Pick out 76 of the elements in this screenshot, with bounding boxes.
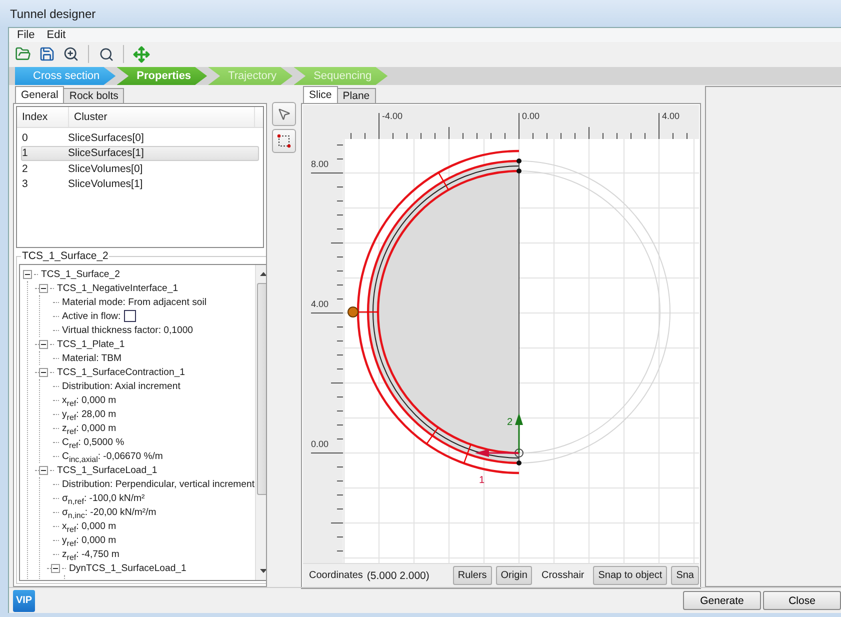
table-cell-text: 2 — [22, 162, 29, 175]
tree-node[interactable]: DynTCS_1_SurfaceLoad_1 — [69, 562, 186, 574]
collapse-icon[interactable] — [23, 270, 32, 278]
tree-node[interactable]: TCS_1_SurfaceContraction_1 — [57, 366, 185, 378]
tab[interactable]: Plane — [336, 88, 376, 103]
ruler-label: 8.00 — [311, 159, 329, 169]
coordinates-value: (5.000 2.000) — [366, 570, 430, 582]
property-text: x$_{ref}$: 0,000 m — [62, 520, 116, 532]
toggle-button[interactable]: Crosshair — [536, 566, 590, 585]
scrollbar[interactable] — [254, 265, 266, 580]
column-header[interactable]: Cluster — [69, 107, 255, 127]
property-text: x$_{ref}$: 0,000 m — [62, 394, 116, 406]
property-text: z$_{ref}$: 0,000 m — [62, 422, 116, 434]
property-text: Distribution: Perpendicular, vertical increment — [62, 478, 254, 490]
tab[interactable]: Slice — [303, 86, 338, 103]
property-text: σ$_{n,inc}$: -20,00 kN/m²/m — [62, 506, 156, 518]
ruler-label: 4.00 — [311, 299, 329, 309]
dialog-button[interactable]: Generate — [683, 591, 761, 610]
property-text: Material mode: From adjacent soil — [62, 296, 206, 308]
property-text: Distribution: Axial increment — [62, 380, 180, 392]
rectangle-select-button[interactable] — [272, 129, 296, 153]
ruler-label: -4.00 — [382, 111, 403, 121]
selection-rectangle-icon — [277, 134, 291, 148]
table-row[interactable]: 1 SliceSurfaces[1] — [21, 146, 259, 161]
property-text: σ$_{n,ref}$: -100,0 kN/m² — [62, 492, 145, 504]
table-cell-text: SliceSurfaces[0] — [68, 132, 145, 144]
property-text: C$_{inc,axial}$: -0,06670 %/m — [62, 450, 163, 462]
toggle-button[interactable]: Sna — [671, 566, 699, 585]
coordinates-label: Coordinates — [309, 570, 363, 581]
checkbox[interactable] — [124, 310, 136, 322]
tree-node[interactable]: TCS_1_NegativeInterface_1 — [57, 282, 178, 294]
tree-node[interactable]: TCS_1_SurfaceLoad_1 — [57, 464, 158, 476]
logo: VIP — [13, 590, 35, 612]
axis-label: 2 — [507, 417, 513, 428]
tab[interactable]: General — [15, 86, 64, 103]
table-cell-text: SliceVolumes[1] — [68, 178, 144, 190]
table-row[interactable]: 0 SliceSurfaces[0] — [21, 130, 259, 146]
menu-item[interactable]: File — [17, 29, 35, 41]
property-text: C$_{ref}$: 0,5000 % — [62, 436, 124, 448]
property-text: z$_{ref}$: -4,750 m — [62, 548, 120, 560]
window-title: Tunnel designer — [10, 6, 96, 20]
collapse-icon[interactable] — [39, 340, 48, 348]
table-cell-text: 1 — [22, 147, 29, 160]
axis-label: 1 — [479, 475, 485, 486]
property-text: Virtual thickness factor: 0,1000 — [62, 324, 194, 336]
tree-node[interactable]: TCS_1_Surface_2 — [41, 268, 120, 280]
pointer-button[interactable] — [272, 102, 296, 126]
menu-item[interactable]: Edit — [46, 29, 66, 41]
collapse-icon[interactable] — [51, 564, 60, 572]
table-row[interactable]: 2 SliceVolumes[0] — [21, 161, 259, 176]
ruler-label: 0.00 — [522, 111, 540, 121]
toggle-button[interactable]: Origin — [496, 566, 532, 585]
pointer-icon — [277, 107, 291, 121]
tree-node[interactable]: TCS_1_Plate_1 — [57, 338, 125, 350]
handle-dot[interactable] — [348, 306, 358, 318]
move-icon[interactable] — [131, 44, 151, 64]
toggle-button[interactable]: Rulers — [452, 566, 492, 585]
property-text: Active in flow: — [62, 310, 121, 322]
table-cell-text: 0 — [22, 132, 29, 144]
column-header[interactable]: Index — [17, 107, 69, 127]
collapse-icon[interactable] — [39, 284, 48, 292]
property-text: Material: TBM — [62, 352, 122, 364]
table-cell-text: SliceVolumes[0] — [68, 162, 144, 175]
table-row[interactable]: 3 SliceVolumes[1] — [21, 176, 259, 192]
dialog-button[interactable]: Close — [763, 591, 841, 610]
table-cell-text: 3 — [22, 178, 29, 190]
ruler-label: 0.00 — [311, 439, 329, 449]
group-title: TCS_1_Surface_2 — [21, 250, 110, 262]
collapse-icon[interactable] — [39, 368, 48, 376]
property-text: y$_{ref}$: 0,000 m — [62, 534, 116, 546]
ruler-label: 4.00 — [662, 111, 680, 121]
tab[interactable]: Rock bolts — [63, 88, 124, 103]
table-cell-text: SliceSurfaces[1] — [68, 147, 145, 160]
collapse-icon[interactable] — [39, 466, 48, 474]
toggle-button[interactable]: Snap to object — [593, 566, 668, 585]
property-text: y$_{ref}$: 28,00 m — [62, 408, 116, 420]
